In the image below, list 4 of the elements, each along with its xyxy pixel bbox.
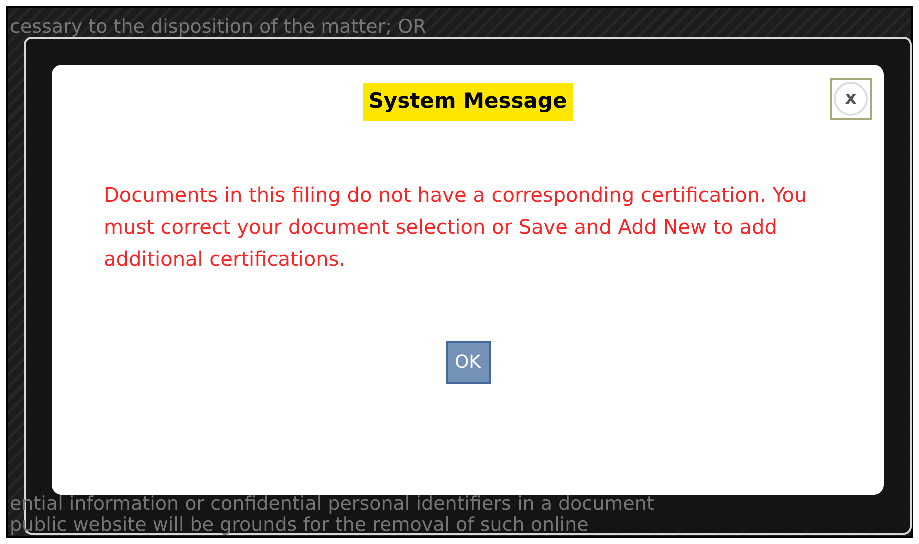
close-button[interactable]: x — [830, 78, 872, 120]
error-message: Documents in this filing do not have a corresponding certification. You must correct your document selection or Save and Add New to add additional certifications. — [104, 182, 808, 273]
dialog-title: System Message — [362, 83, 574, 121]
background-text: cessary to the disposition of the matter; OR — [10, 16, 428, 38]
